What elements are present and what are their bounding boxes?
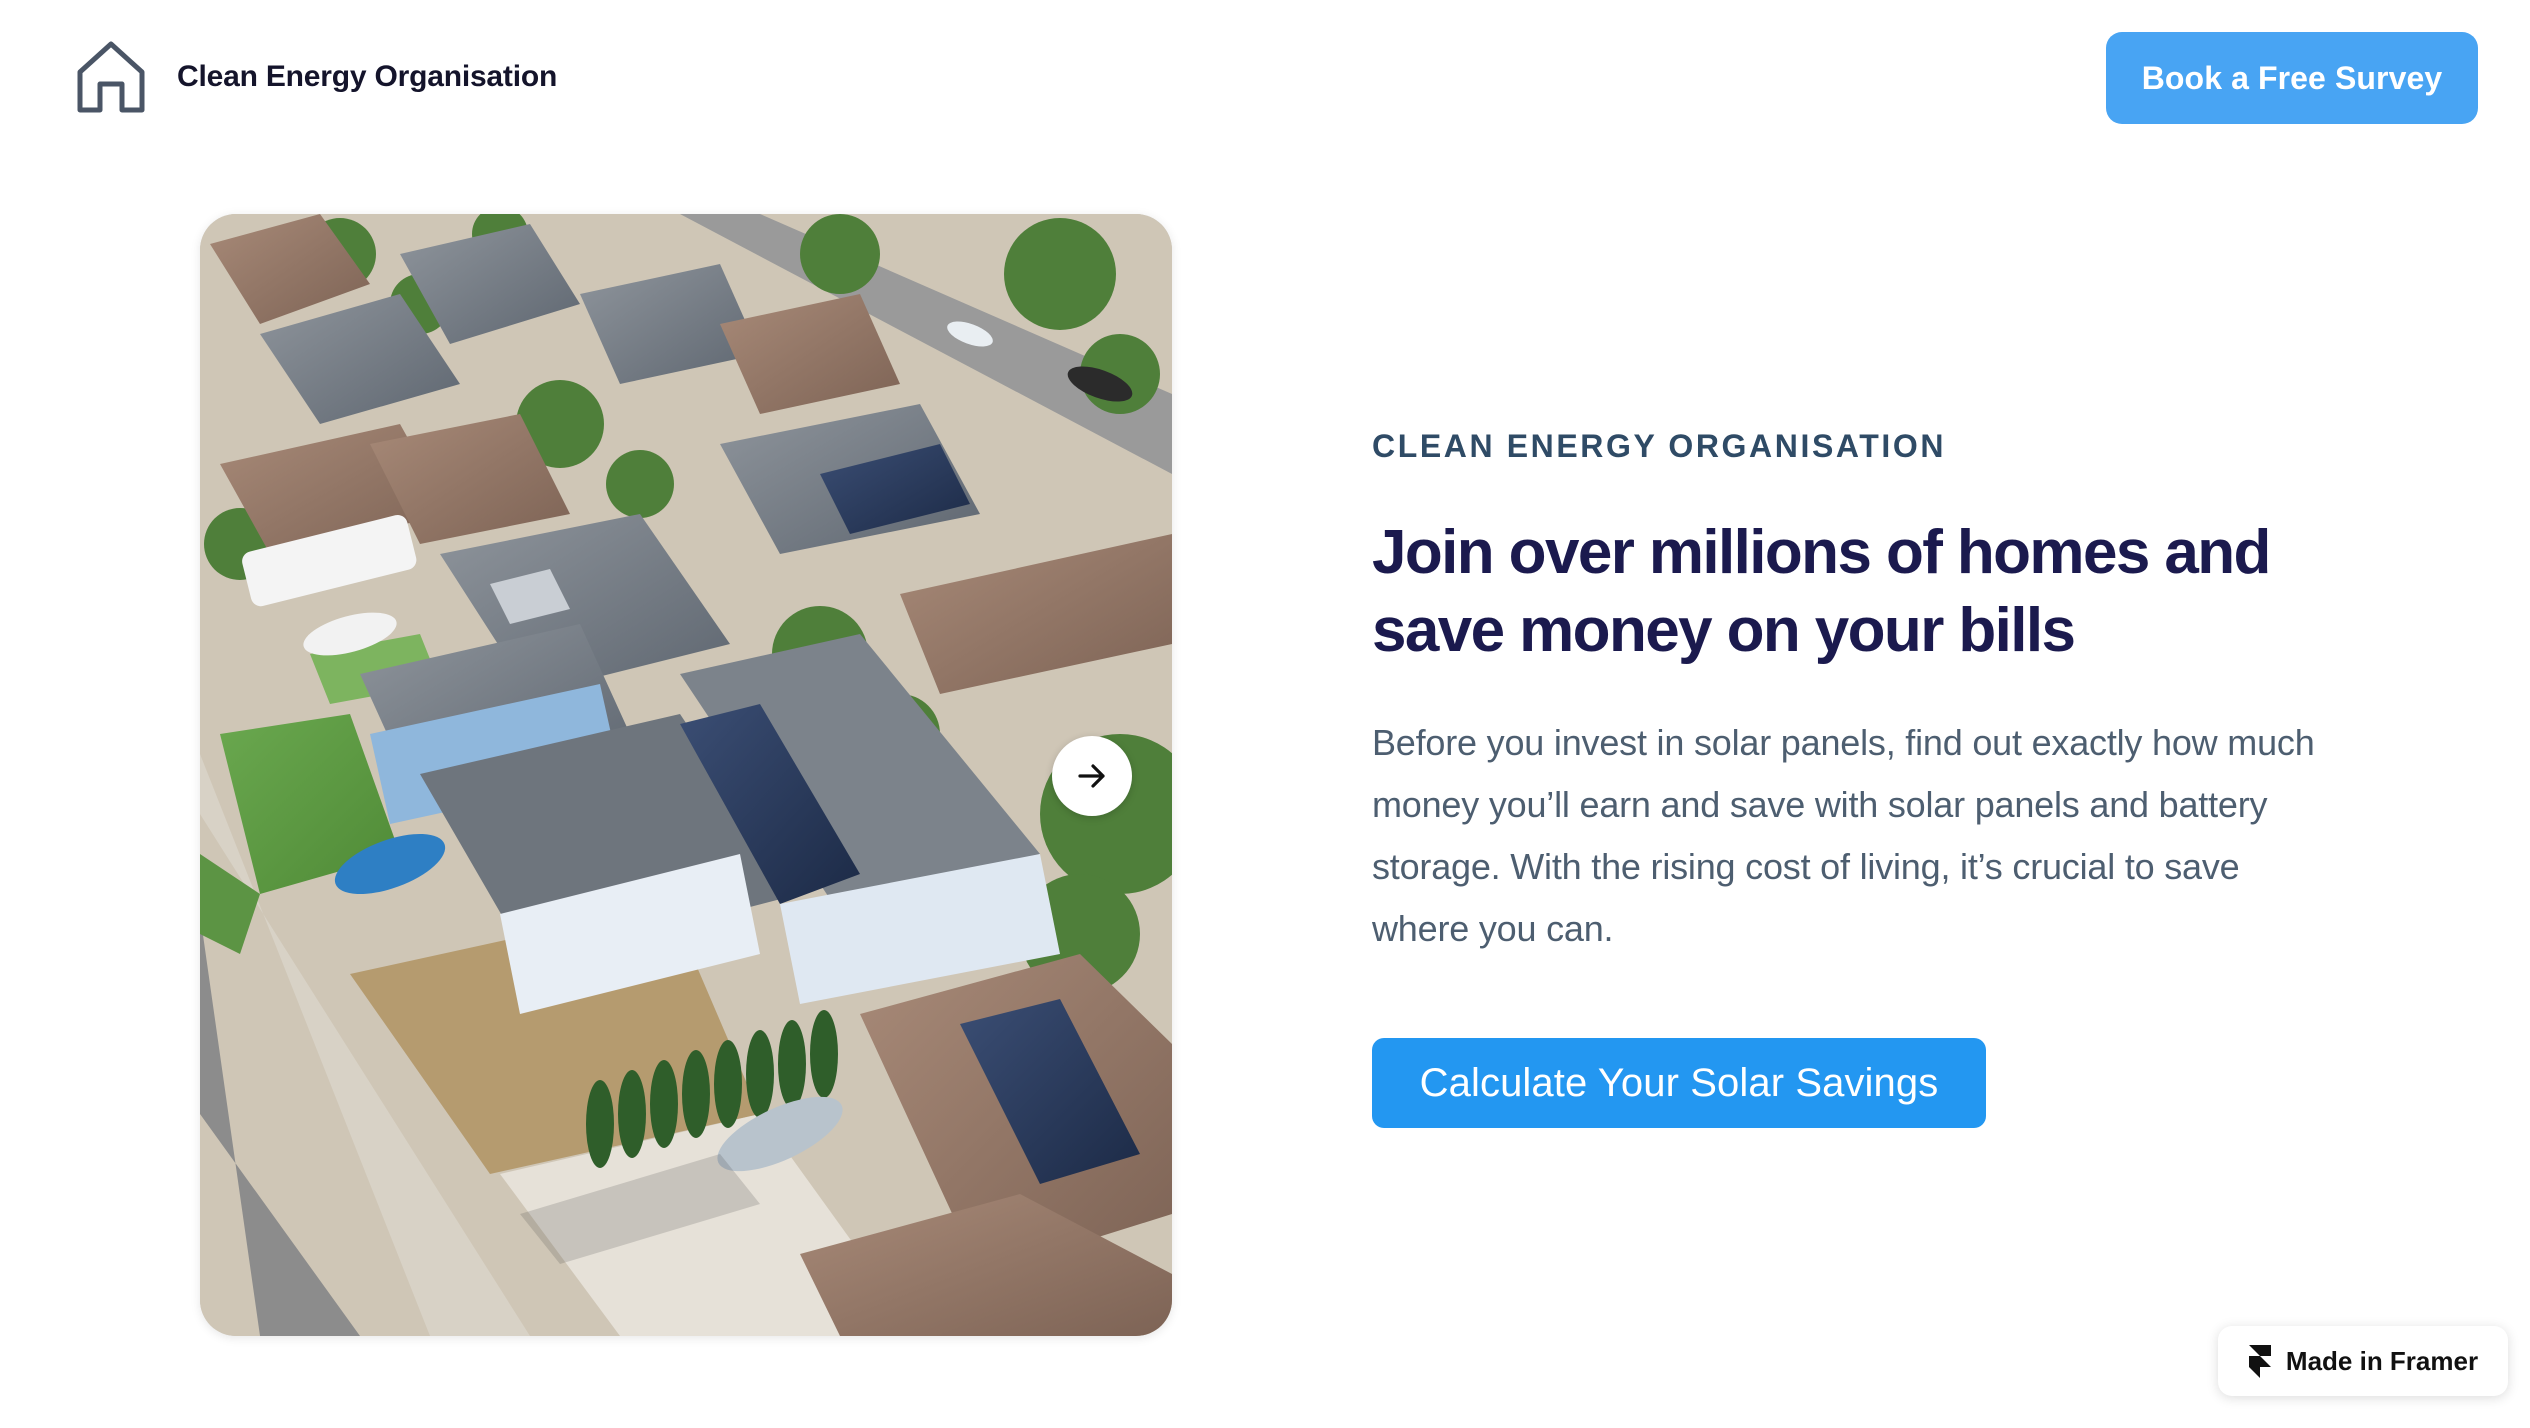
arrow-right-icon: [1078, 764, 1105, 788]
hero-body: Before you invest in solar panels, find …: [1372, 722, 2315, 949]
next-slide-button[interactable]: [1052, 736, 1132, 816]
framer-logo-icon: [2248, 1345, 2271, 1378]
hero-headline: Join over millions of homes and save mon…: [1372, 518, 2271, 665]
eyebrow: CLEAN ENERGY ORGANISATION: [1372, 428, 1947, 464]
made-in-framer-badge[interactable]: Made in Framer: [2218, 1326, 2508, 1396]
page: Clean Energy Organisation Book a Free Su…: [0, 0, 2530, 1428]
badge-label: Made in Framer: [2285, 1345, 2479, 1376]
hero-image: [200, 214, 1172, 1336]
book-survey-button[interactable]: Book a Free Survey: [2106, 32, 2478, 124]
house-outline-icon: [77, 41, 145, 113]
calculate-savings-button[interactable]: Calculate Your Solar Savings: [1372, 1038, 1986, 1128]
brand[interactable]: Clean Energy Organisation: [74, 38, 557, 116]
brand-name: Clean Energy Organisation: [177, 60, 558, 93]
